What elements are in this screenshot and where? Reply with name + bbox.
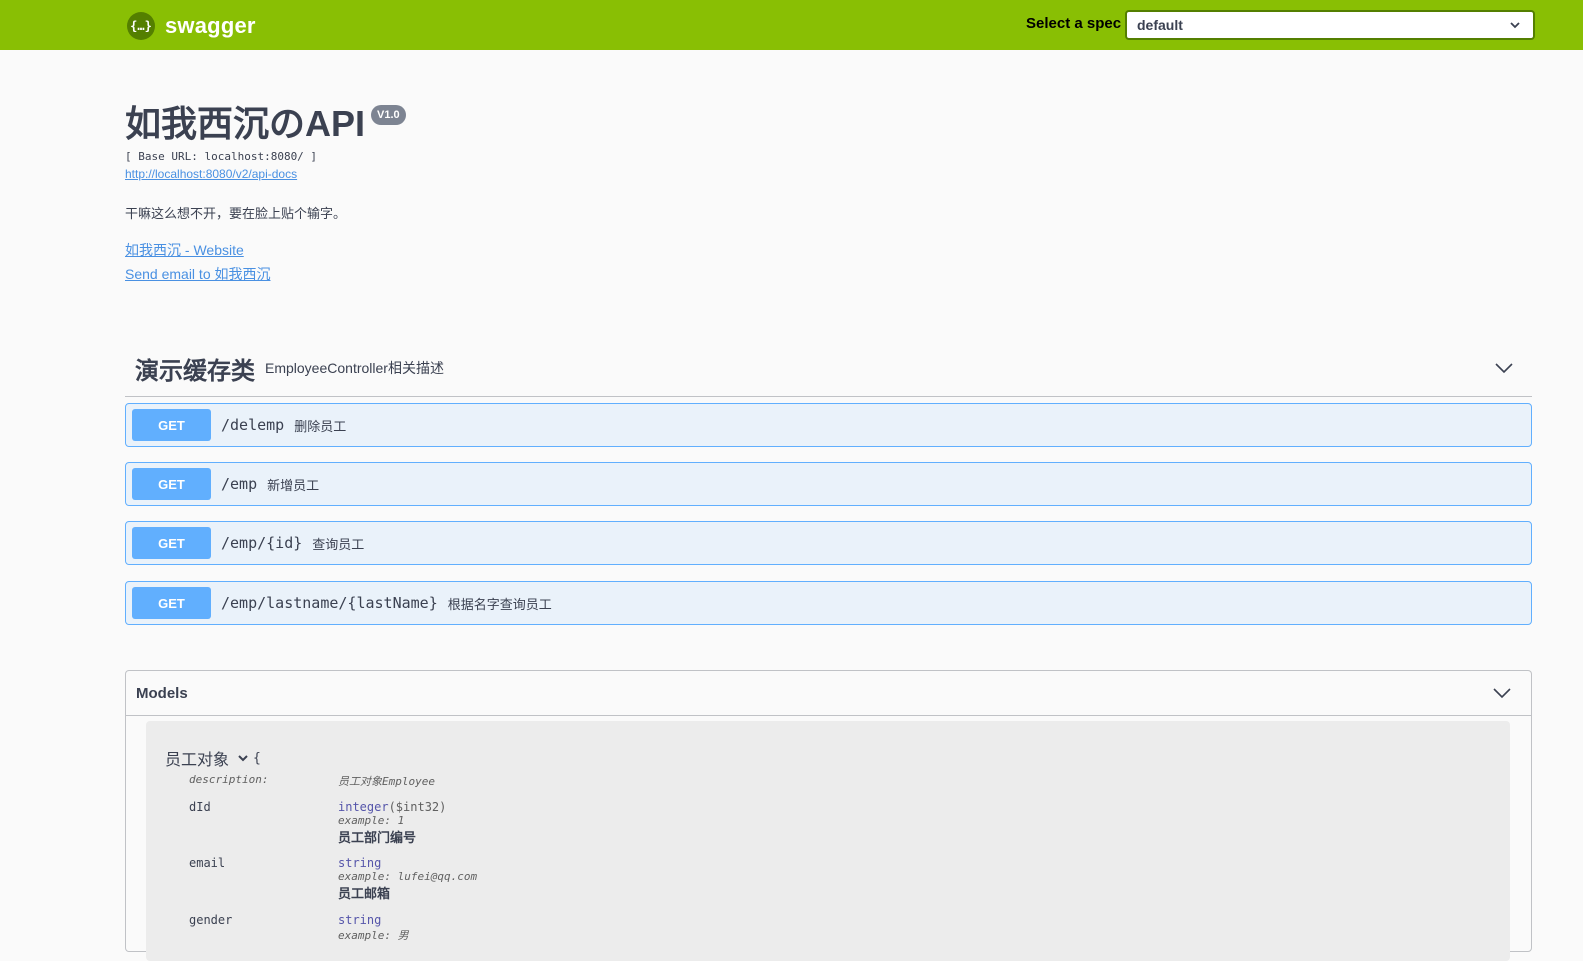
models-header[interactable]: Models <box>126 671 1531 716</box>
property-name: email <box>189 856 226 870</box>
operation-path: /emp <box>221 475 258 493</box>
tag-name: 演示缓存类 <box>135 357 255 385</box>
operation-summary: 查询员工 <box>312 536 365 552</box>
chevron-down-icon[interactable] <box>1494 358 1514 378</box>
property-example: example: 男 <box>338 929 409 942</box>
operation-emp-id[interactable]: GET /emp/{id} 查询员工 <box>125 521 1532 565</box>
model-description-label: description: <box>189 773 269 786</box>
model-description-value: 员工对象Employee <box>338 773 435 789</box>
api-title: 如我西沉のAPI <box>125 103 366 144</box>
chevron-down-icon[interactable] <box>237 752 249 764</box>
method-badge: GET <box>132 587 211 619</box>
models-title: Models <box>136 684 188 702</box>
spec-select-value: default <box>1137 17 1183 33</box>
api-info: 如我西沉のAPI V1.0 [ Base URL: localhost:8080… <box>125 100 1125 284</box>
property-description: 员工邮箱 <box>338 886 391 901</box>
website-link[interactable]: 如我西沉 - Website <box>125 240 1125 260</box>
version-badge: V1.0 <box>371 105 406 125</box>
chevron-down-icon <box>1510 22 1520 29</box>
swagger-logo[interactable]: {…} swagger <box>127 11 256 41</box>
spec-select[interactable]: default <box>1125 10 1535 40</box>
property-details: string example: 男 <box>338 913 409 943</box>
operation-summary: 删除员工 <box>294 418 347 434</box>
property-name: dId <box>189 800 211 814</box>
swagger-logo-icon: {…} <box>127 12 155 40</box>
property-example: example: lufei@qq.com <box>338 870 478 883</box>
property-name: gender <box>189 913 233 927</box>
chevron-down-icon[interactable] <box>1493 684 1511 702</box>
operation-emp-lastname[interactable]: GET /emp/lastname/{lastName} 根据名字查询员工 <box>125 581 1532 625</box>
models-section: Models 员工对象 { description: 员工对象Employee … <box>125 670 1532 961</box>
operation-emp[interactable]: GET /emp 新增员工 <box>125 462 1532 506</box>
model-description-text: 员工对象Employee <box>338 775 435 788</box>
property-format: ($int32) <box>388 800 447 814</box>
property-type: string <box>338 913 382 927</box>
property-details: string example: lufei@qq.com 员工邮箱 <box>338 856 477 902</box>
topbar: {…} swagger Select a spec default <box>0 0 1583 50</box>
select-spec-label: Select a spec <box>1026 15 1122 32</box>
operation-path: /emp/lastname/{lastName} <box>221 594 438 612</box>
property-example: example: 1 <box>338 814 405 827</box>
api-docs-link[interactable]: http://localhost:8080/v2/api-docs <box>125 167 1125 181</box>
email-link[interactable]: Send email to 如我西沉 <box>125 264 1125 284</box>
operation-summary: 根据名字查询员工 <box>447 596 552 612</box>
method-badge: GET <box>132 409 211 441</box>
method-badge: GET <box>132 527 211 559</box>
model-brace: { <box>253 750 261 766</box>
model-name: 员工对象 <box>165 752 230 769</box>
model-title[interactable]: 员工对象 { <box>165 746 261 770</box>
api-description: 干嘛这么想不开，要在脸上贴个输字。 <box>125 206 347 221</box>
property-type: string <box>338 856 382 870</box>
operation-path: /emp/{id} <box>221 534 303 552</box>
swagger-logo-text: swagger <box>165 13 256 38</box>
base-url: [ Base URL: localhost:8080/ ] <box>125 150 318 163</box>
operation-summary: 新增员工 <box>267 477 320 493</box>
method-badge: GET <box>132 468 211 500</box>
property-description: 员工部门编号 <box>338 830 417 845</box>
operation-delemp[interactable]: GET /delemp 删除员工 <box>125 403 1532 447</box>
tag-description: EmployeeController相关描述 <box>265 360 444 376</box>
property-details: integer($int32) example: 1 员工部门编号 <box>338 800 446 846</box>
model-employee: 员工对象 { description: 员工对象Employee dId int… <box>146 721 1510 961</box>
property-type: integer <box>338 800 389 814</box>
operation-path: /delemp <box>221 416 285 434</box>
tag-header[interactable]: 演示缓存类 EmployeeController相关描述 <box>125 340 1532 397</box>
